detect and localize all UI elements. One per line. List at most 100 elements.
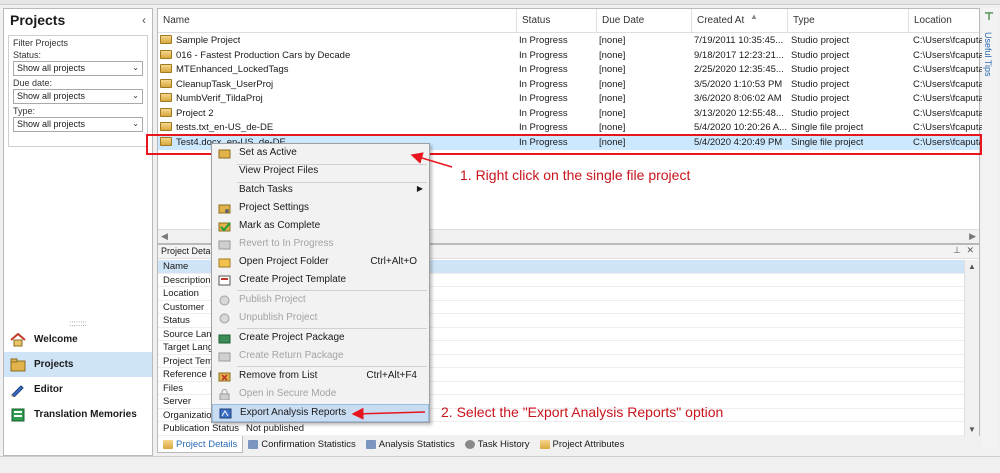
gear-icon	[464, 440, 475, 449]
cell-created: 3/5/2020 1:10:53 PM	[694, 79, 782, 90]
cell-created: 9/18/2017 12:23:21...	[694, 50, 784, 61]
menu-item-publish-project: Publish Project	[212, 292, 429, 310]
column-header-location[interactable]: Location	[909, 9, 979, 33]
nav-item-editor[interactable]: Editor	[4, 377, 152, 402]
cell-due: [none]	[599, 35, 625, 46]
column-header-status[interactable]: Status	[517, 9, 597, 33]
due-date-filter-select[interactable]: Show all projects ⌄	[13, 89, 143, 104]
cell-text: C:\Users\fcaputa	[913, 136, 984, 148]
useful-tips-sidebar[interactable]: ⊤ Useful Tips	[982, 8, 998, 448]
nav-item-label: Editor	[34, 384, 63, 395]
nav-item-welcome[interactable]: Welcome	[4, 327, 152, 352]
nav-item-projects[interactable]: Projects	[4, 352, 152, 377]
menu-item-remove-from-list[interactable]: Remove from List Ctrl+Alt+F4	[212, 368, 429, 386]
menu-item-project-settings[interactable]: Project Settings	[212, 200, 429, 218]
column-header-type[interactable]: Type	[788, 9, 909, 33]
cell-created: 3/13/2020 12:55:48...	[694, 108, 784, 119]
cell-status: In Progress	[519, 137, 568, 148]
close-icon[interactable]: ✕	[966, 245, 974, 256]
cell-text: In Progress	[519, 49, 568, 61]
remove-icon	[218, 372, 231, 382]
cell-text: C:\Users\fcaputa	[913, 122, 984, 133]
cell-created: 3/6/2020 8:06:02 AM	[694, 93, 782, 104]
details-key: Customer	[163, 301, 205, 313]
cell-text: 7/19/2011 10:35:45...	[694, 35, 784, 46]
tab-analysis-statistics[interactable]: Analysis Statistics	[361, 436, 460, 453]
cell-text: In Progress	[519, 64, 568, 75]
cell-text: 016 - Fastest Production Cars by Decade	[176, 49, 351, 61]
details-key: Organization	[163, 409, 217, 421]
details-key: Files	[163, 382, 184, 394]
scroll-right-icon[interactable]: ▶	[969, 231, 976, 242]
menu-item-mark-as-complete[interactable]: Mark as Complete	[212, 218, 429, 236]
menu-item-create-project-package[interactable]: Create Project Package	[212, 330, 429, 348]
menu-item-view-project-files[interactable]: View Project Files	[212, 163, 429, 181]
column-header-due-date[interactable]: Due Date	[597, 9, 692, 33]
status-filter-select[interactable]: Show all projects ⌄	[13, 61, 143, 76]
checkmark-folder-icon	[218, 222, 231, 232]
menu-item-create-project-template[interactable]: Create Project Template	[212, 272, 429, 290]
details-row[interactable]: Publication Status Not published	[158, 422, 964, 436]
status-bar	[0, 456, 1000, 473]
tab-project-attributes[interactable]: Project Attributes	[535, 436, 630, 453]
table-row[interactable]: tests.txt_en-US_de-DE In Progress [none] 5/…	[158, 121, 984, 136]
table-row[interactable]: NumbVerif_TildaProj In Progress [none] 3/6/…	[158, 92, 984, 107]
pin-icon[interactable]: ⊥	[953, 245, 961, 256]
tab-project-details[interactable]: Project Details	[157, 436, 244, 453]
menu-item-label: View Project Files	[239, 165, 319, 176]
cell-text: [none]	[599, 35, 626, 46]
scroll-down-icon[interactable]: ▼	[968, 425, 976, 434]
cell-text: 3/13/2020 12:55:48...	[694, 107, 784, 119]
table-row[interactable]: CleanupTask_UserProj In Progress [none] 3/5…	[158, 78, 984, 93]
table-row[interactable]: Project 2 In Progress [none] 3/13/2020 12:5…	[158, 107, 984, 122]
folder-icon	[160, 122, 172, 131]
tab-task-history[interactable]: Task History	[460, 436, 535, 453]
cell-text: In Progress	[519, 122, 568, 133]
cell-name: Project 2	[160, 107, 214, 119]
cell-due: [none]	[599, 64, 625, 75]
menu-item-label: Project Settings	[239, 202, 310, 213]
cell-text: 9/18/2017 12:23:21...	[694, 49, 784, 61]
nav-item-translation-memories[interactable]: Translation Memories	[4, 402, 152, 427]
cell-text: Studio project	[791, 93, 850, 104]
menu-item-label: Open in Secure Mode	[239, 388, 337, 399]
cell-text: Studio project	[791, 78, 850, 90]
folder-icon	[160, 136, 172, 146]
cell-text: 2/25/2020 12:35:45...	[694, 64, 784, 75]
cell-status: In Progress	[519, 50, 568, 61]
menu-item-unpublish-project: Unpublish Project	[212, 310, 429, 328]
status-filter-value: Show all projects	[17, 63, 86, 73]
column-header-created-at[interactable]: Created At ▲	[692, 9, 788, 33]
project-context-menu: Set as Active View Project Files Batch T…	[211, 143, 430, 423]
cell-text: C:\Users\fcaputa	[913, 107, 984, 119]
scroll-left-icon[interactable]: ◀	[161, 231, 168, 242]
cell-type: Studio project	[791, 35, 849, 46]
menu-item-export-analysis-reports[interactable]: Export Analysis Reports	[212, 404, 429, 422]
menu-item-set-as-active[interactable]: Set as Active	[212, 145, 429, 163]
cell-status: In Progress	[519, 93, 568, 104]
column-header-name[interactable]: Name	[158, 9, 517, 33]
table-row[interactable]: 016 - Fastest Production Cars by Decade I…	[158, 49, 984, 64]
tab-confirmation-statistics[interactable]: Confirmation Statistics	[243, 436, 361, 453]
cell-text: 3/5/2020 1:10:53 PM	[694, 78, 783, 90]
nav-header: Projects ‹	[4, 9, 152, 31]
title-strip	[0, 0, 1000, 5]
folder-icon	[160, 107, 172, 117]
table-row[interactable]: MTEnhanced_LockedTags In Progress [none] 2/…	[158, 63, 984, 78]
table-row[interactable]: Sample Project In Progress [none] 7/19/2011…	[158, 34, 984, 49]
menu-shortcut: Ctrl+Alt+F4	[366, 370, 417, 381]
pencil-icon	[11, 384, 24, 397]
return-package-icon	[218, 352, 231, 362]
collapse-chevron-icon[interactable]: ‹	[142, 13, 146, 27]
menu-item-label: Mark as Complete	[239, 220, 321, 231]
scroll-up-icon[interactable]: ▲	[968, 262, 976, 271]
folder-icon	[163, 439, 173, 449]
menu-item-batch-tasks[interactable]: Batch Tasks ▶	[212, 182, 429, 200]
type-filter-select[interactable]: Show all projects ⌄	[13, 117, 143, 132]
cell-type: Studio project	[791, 50, 849, 61]
tab-label: Analysis Statistics	[378, 439, 455, 450]
menu-item-open-project-folder[interactable]: Open Project Folder Ctrl+Alt+O	[212, 254, 429, 272]
nav-title: Projects	[10, 12, 66, 28]
home-icon	[10, 332, 26, 346]
vertical-scrollbar[interactable]: ▲ ▼	[964, 260, 979, 436]
